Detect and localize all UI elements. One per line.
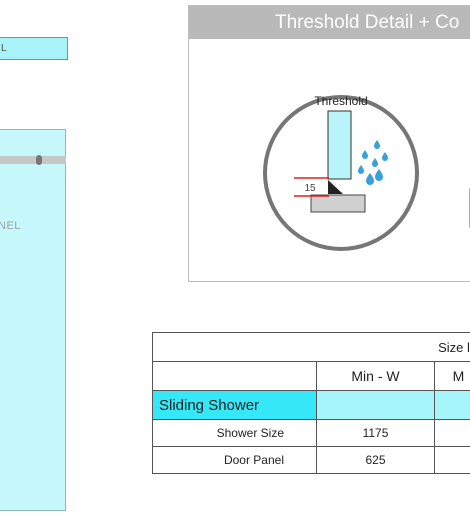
header-m: M — [433, 361, 470, 391]
threshold-detail-card: Threshold Detail + Co Threshold 15 — [188, 5, 470, 282]
panel-label: NEL — [0, 220, 21, 232]
table-row: Door Panel 625 — [152, 446, 470, 474]
threshold-diagram: Threshold 15 — [263, 94, 470, 251]
row-m — [433, 446, 470, 474]
threshold-label: Threshold — [314, 94, 367, 108]
section-cell-m — [433, 390, 470, 420]
detail-card-title: Threshold Detail + Co — [189, 6, 470, 39]
top-label-box: L — [0, 37, 68, 60]
table-title: Size lin — [151, 332, 470, 362]
top-label-text: L — [1, 43, 7, 54]
threshold-base — [310, 194, 366, 213]
glass-panel — [0, 129, 66, 511]
row-label: Shower Size — [152, 419, 317, 447]
table-row: Shower Size 1175 — [152, 419, 470, 447]
row-min-w: 625 — [316, 446, 435, 474]
header-min-w: Min - W — [316, 361, 435, 391]
row-m — [433, 419, 470, 447]
section-cell-min-w — [316, 390, 435, 420]
glass-pane — [327, 110, 352, 180]
size-limits-table: Size lin Min - W M Sliding Shower Shower… — [151, 332, 470, 474]
table-header-row: Min - W M — [152, 361, 470, 391]
table-title-row: Size lin — [151, 332, 470, 362]
dimension-value: 15 — [304, 183, 316, 194]
row-label: Door Panel — [152, 446, 317, 474]
section-row: Sliding Shower — [152, 390, 470, 420]
header-blank — [152, 361, 317, 391]
section-label: Sliding Shower — [152, 390, 317, 420]
panel-rail — [0, 156, 66, 164]
panel-handle — [36, 155, 42, 165]
row-min-w: 1175 — [316, 419, 435, 447]
